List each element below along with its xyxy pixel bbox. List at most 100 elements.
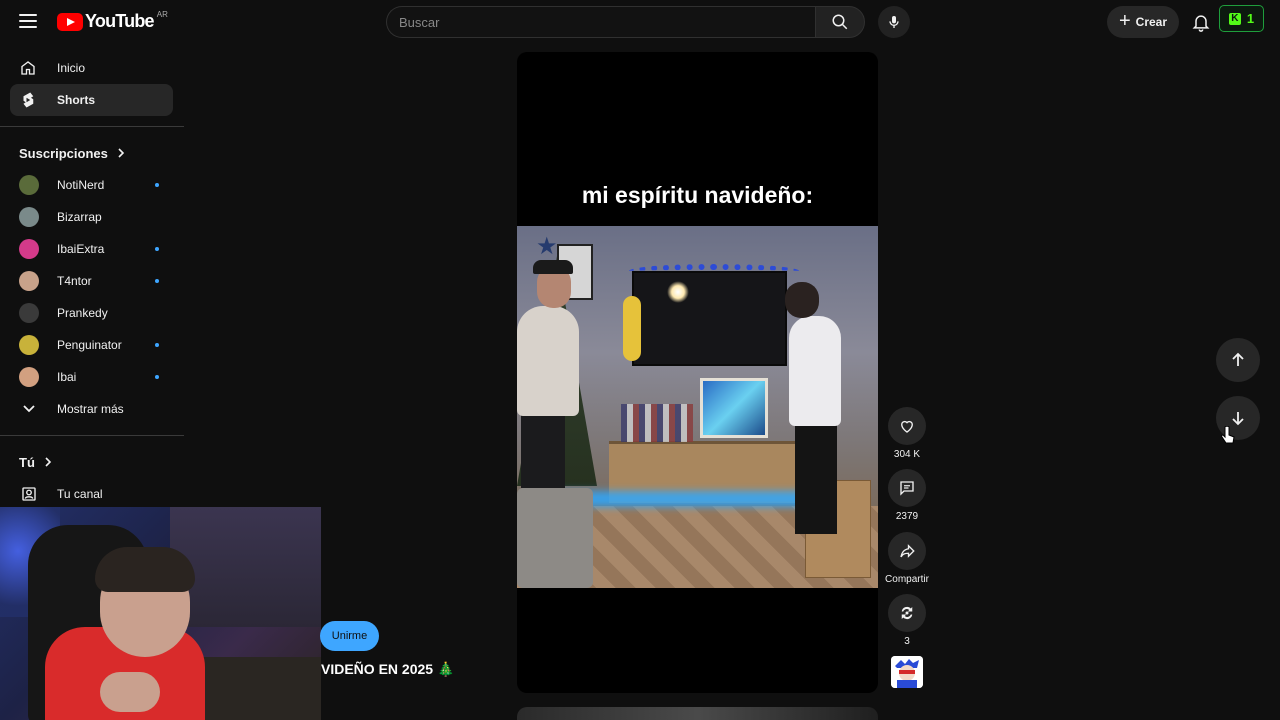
youtube-play-icon [57,12,83,31]
subscriptions-title: Suscripciones [19,145,108,161]
channel-name: NotiNerd [57,178,105,192]
scene-figures [621,404,693,442]
kick-count: 1 [1246,11,1255,26]
show-more-button[interactable]: Mostrar más [0,393,184,425]
live-indicator [155,375,159,379]
kick-extension-badge[interactable]: K 1 [1219,5,1264,32]
share-icon [900,544,915,558]
previous-short-button[interactable] [1216,338,1260,382]
avatar [19,271,39,291]
search-input[interactable] [399,15,799,30]
arrow-down-icon [1232,412,1244,426]
search-button[interactable] [815,6,865,38]
scene-monkey-toy [623,296,641,361]
arrow-up-icon [1232,352,1244,366]
star-icon: ★ [536,233,558,260]
sidebar-item-label: Shorts [57,93,96,107]
shorts-icon [19,91,37,109]
live-title-text: VIDEÑO EN 2025 🎄 [321,661,455,677]
sidebar-item-ibai[interactable]: Ibai [0,361,184,393]
cam-person-hair [95,547,195,592]
like-count: 304 K [893,449,921,460]
live-indicator [155,279,159,283]
voice-search-button[interactable] [878,6,910,38]
channel-name: Bizarrap [57,210,102,224]
scene-person-right-head [785,282,819,318]
home-icon [19,59,37,77]
share-button[interactable] [888,532,926,570]
sidebar-item-ibaiextra[interactable]: IbaiExtra [0,233,184,265]
scene-person-right-body [789,316,841,426]
scene-garland [629,264,799,278]
scene-sofa [517,488,593,588]
comment-count: 2379 [895,511,919,522]
sidebar-divider [0,435,184,436]
chevron-down-icon [19,399,39,419]
scene-painting [700,378,768,438]
you-header[interactable]: Tú [0,446,184,478]
channel-icon [19,484,39,504]
scene-tv [632,271,787,366]
channel-avatar[interactable] [891,656,923,688]
remix-icon [901,606,913,620]
remix-button[interactable] [888,594,926,632]
sidebar-item-inicio[interactable]: Inicio [10,52,173,84]
short-video-player[interactable]: mi espíritu navideño: ★ [517,52,878,693]
remix-count: 3 [904,636,910,647]
comments-button[interactable] [888,469,926,507]
sidebar-item-prankedy[interactable]: Prankedy [0,297,184,329]
channel-name: Penguinator [57,338,122,352]
channel-name: IbaiExtra [57,242,105,256]
sidebar-item-bizarrap[interactable]: Bizarrap [0,201,184,233]
notifications-button[interactable] [1191,12,1211,32]
subscriptions-header[interactable]: Suscripciones [0,137,184,169]
sidebar-item-shorts[interactable]: Shorts [10,84,173,116]
you-title: Tú [19,454,35,470]
sidebar-item-penguinator[interactable]: Penguinator [0,329,184,361]
scene-person-left-cap [533,260,573,274]
your-channel-label: Tu canal [57,487,103,501]
create-button[interactable]: + Crear [1107,6,1179,38]
chevron-right-icon [118,148,125,158]
kick-icon: K [1228,12,1241,25]
heart-icon [901,420,913,433]
like-button[interactable] [888,407,926,445]
next-short-preview[interactable] [517,707,878,720]
sidebar: Inicio Shorts Suscripciones NotiNerd Biz… [0,52,184,510]
live-indicator [155,247,159,251]
search-icon [832,14,848,30]
hand-cursor-icon [1221,425,1235,451]
scene-tv-reflection [667,281,689,303]
scene-person-left-body [517,306,579,416]
avatar [19,175,39,195]
video-caption: mi espíritu navideño: [581,182,814,208]
bell-icon [1192,15,1210,32]
create-label: Crear [1135,15,1168,29]
scene-person-left-legs [521,414,565,488]
sidebar-divider [0,126,184,127]
sidebar-item-your-channel[interactable]: Tu canal [0,478,184,510]
scene-led-strip [557,491,817,507]
comment-icon [900,481,914,496]
avatar [19,239,39,259]
menu-icon[interactable] [19,14,37,28]
avatar [19,303,39,323]
channel-name: Prankedy [57,306,108,320]
streamer-webcam-overlay [0,507,321,720]
logo-country-code: AR [156,10,168,19]
plus-icon: + [1118,10,1131,32]
channel-avatar-icon [891,656,923,688]
channel-name: Ibai [57,370,77,384]
video-frame: ★ [517,226,878,588]
microphone-icon [889,16,899,28]
scene-person-right-legs [795,424,837,534]
cam-person-hand [100,672,160,712]
top-header: YouTube AR + Crear K 1 [0,0,1280,44]
avatar [19,207,39,227]
sidebar-item-notinerd[interactable]: NotiNerd [0,169,184,201]
sidebar-item-t4ntor[interactable]: T4ntor [0,265,184,297]
join-button[interactable]: Unirme [320,621,379,651]
show-more-label: Mostrar más [57,402,124,416]
avatar [19,367,39,387]
youtube-logo[interactable]: YouTube AR [57,10,168,32]
